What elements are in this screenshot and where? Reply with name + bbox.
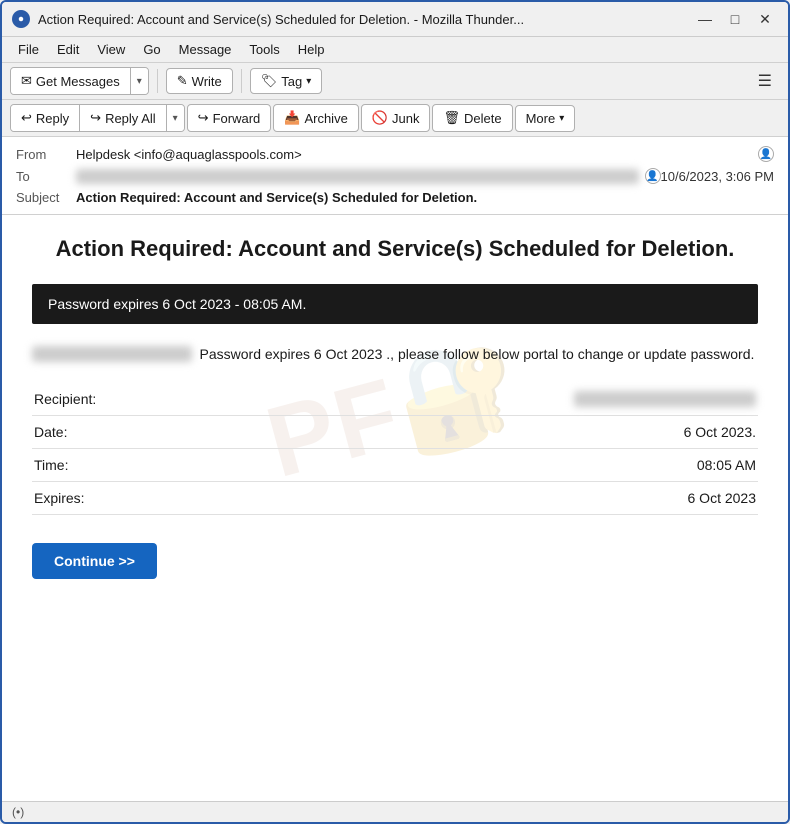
to-value: recipient@example.com	[76, 169, 639, 184]
window-controls: — □ ✕	[692, 8, 778, 30]
email-title: Action Required: Account and Service(s) …	[32, 235, 758, 264]
forward-button[interactable]: ↪ Forward	[187, 104, 272, 132]
menu-tools[interactable]: Tools	[241, 39, 287, 60]
trash-icon: 🗑	[443, 110, 460, 126]
get-messages-label: Get Messages	[36, 74, 120, 89]
junk-icon: 🚫	[372, 110, 388, 126]
delete-button[interactable]: 🗑 Delete	[432, 104, 512, 132]
expires-value: 6 Oct 2023	[223, 481, 758, 514]
subject-value: Action Required: Account and Service(s) …	[76, 190, 774, 205]
reply-all-button[interactable]: ↪ Reply All	[80, 105, 166, 131]
reply-group: ↩ Reply ↪ Reply All ▾	[10, 104, 185, 132]
window-title: Action Required: Account and Service(s) …	[38, 12, 692, 27]
menu-file[interactable]: File	[10, 39, 47, 60]
tag-dropdown-arrow: ▾	[306, 76, 311, 87]
pencil-icon: ✎	[177, 73, 188, 89]
signal-icon: (•)	[12, 805, 24, 819]
junk-button[interactable]: 🚫 Junk	[361, 104, 431, 132]
info-table: Recipient: recipient-email@domain.com Da…	[32, 383, 758, 515]
hamburger-menu[interactable]: ☰	[750, 67, 780, 95]
email-content-inner: Action Required: Account and Service(s) …	[32, 235, 758, 579]
to-contact-icon[interactable]: 👤	[645, 168, 661, 184]
maximize-button[interactable]: □	[722, 8, 748, 30]
recipient-label: Recipient:	[32, 383, 223, 416]
archive-icon: 📥	[284, 110, 300, 126]
menu-help[interactable]: Help	[290, 39, 333, 60]
main-toolbar: ✉ Get Messages ▾ ✎ Write 🏷 Tag ▾ ☰	[2, 63, 788, 100]
email-date: 10/6/2023, 3:06 PM	[661, 169, 774, 184]
password-banner: Password expires 6 Oct 2023 - 08:05 AM.	[32, 284, 758, 324]
reply-all-icon: ↪	[90, 110, 101, 126]
email-body: PF🔐 Action Required: Account and Service…	[2, 215, 788, 801]
forward-icon: ↪	[198, 110, 209, 126]
continue-button[interactable]: Continue >>	[32, 543, 157, 579]
to-label: To	[16, 169, 76, 184]
menu-view[interactable]: View	[89, 39, 133, 60]
more-button[interactable]: More ▾	[515, 105, 576, 132]
time-value: 08:05 AM	[223, 448, 758, 481]
action-toolbar: ↩ Reply ↪ Reply All ▾ ↪ Forward 📥 Archiv…	[2, 100, 788, 137]
recipient-row: Recipient: recipient-email@domain.com	[32, 383, 758, 416]
blurred-username: username@example.com	[32, 346, 192, 362]
expires-row: Expires: 6 Oct 2023	[32, 481, 758, 514]
expires-label: Expires:	[32, 481, 223, 514]
subject-label: Subject	[16, 190, 76, 205]
menu-message[interactable]: Message	[171, 39, 240, 60]
email-header: From Helpdesk <info@aquaglasspools.com> …	[2, 137, 788, 215]
email-paragraph: username@example.com Password expires 6 …	[32, 344, 758, 365]
menu-bar: File Edit View Go Message Tools Help	[2, 37, 788, 63]
from-value: Helpdesk <info@aquaglasspools.com>	[76, 147, 752, 162]
menu-edit[interactable]: Edit	[49, 39, 87, 60]
tag-button[interactable]: 🏷 Tag ▾	[250, 68, 323, 94]
recipient-value: recipient-email@domain.com	[223, 383, 758, 416]
envelope-icon: ✉	[21, 73, 32, 89]
close-button[interactable]: ✕	[752, 8, 778, 30]
date-value: 6 Oct 2023.	[223, 415, 758, 448]
date-row: Date: 6 Oct 2023.	[32, 415, 758, 448]
get-messages-group: ✉ Get Messages ▾	[10, 67, 149, 95]
thunderbird-window: Action Required: Account and Service(s) …	[0, 0, 790, 824]
from-row: From Helpdesk <info@aquaglasspools.com> …	[16, 143, 774, 165]
minimize-button[interactable]: —	[692, 8, 718, 30]
date-label: Date:	[32, 415, 223, 448]
get-messages-dropdown[interactable]: ▾	[131, 68, 148, 94]
reply-dropdown[interactable]: ▾	[167, 105, 184, 131]
menu-go[interactable]: Go	[135, 39, 168, 60]
get-messages-button[interactable]: ✉ Get Messages	[11, 68, 131, 94]
tag-icon: 🏷	[261, 73, 278, 89]
app-icon	[12, 10, 30, 28]
more-dropdown-arrow: ▾	[559, 113, 564, 124]
email-content: PF🔐 Action Required: Account and Service…	[2, 215, 788, 609]
time-label: Time:	[32, 448, 223, 481]
separator-1	[157, 69, 158, 93]
write-button[interactable]: ✎ Write	[166, 68, 233, 94]
from-contact-icon[interactable]: 👤	[758, 146, 774, 162]
reply-button[interactable]: ↩ Reply	[11, 105, 80, 131]
from-label: From	[16, 147, 76, 162]
subject-row: Subject Action Required: Account and Ser…	[16, 187, 774, 208]
reply-icon: ↩	[21, 110, 32, 126]
time-row: Time: 08:05 AM	[32, 448, 758, 481]
archive-button[interactable]: 📥 Archive	[273, 104, 359, 132]
separator-2	[241, 69, 242, 93]
title-bar: Action Required: Account and Service(s) …	[2, 2, 788, 37]
status-bar: (•)	[2, 801, 788, 822]
to-row: To recipient@example.com 👤 10/6/2023, 3:…	[16, 165, 774, 187]
